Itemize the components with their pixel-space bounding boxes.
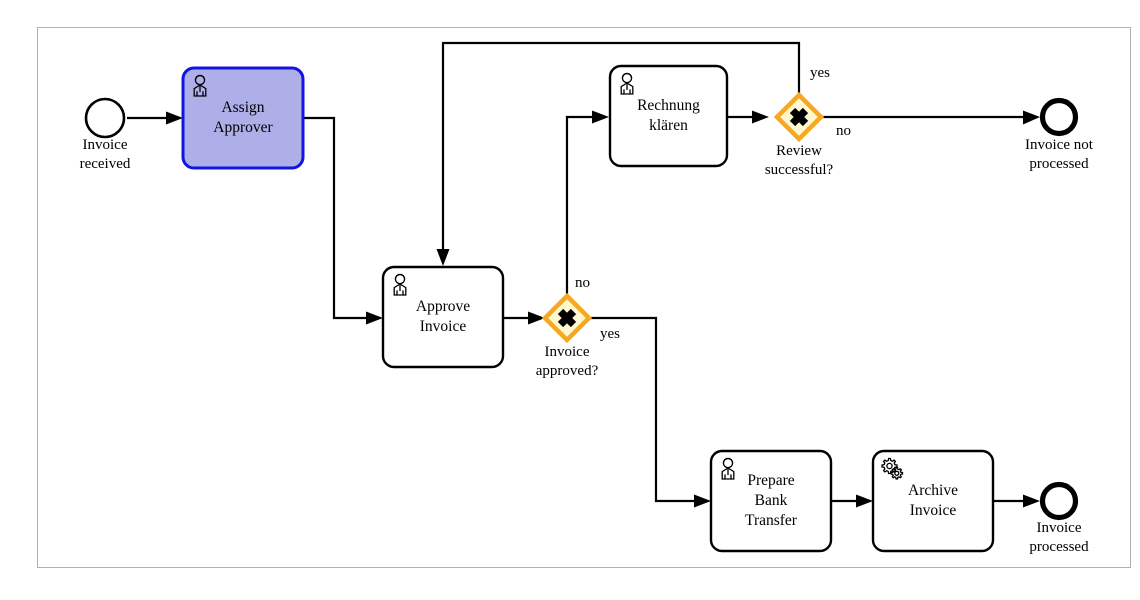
start-event-invoice-received[interactable]: [84, 97, 126, 139]
end-event-invoice-not-processed[interactable]: [1039, 97, 1079, 137]
bpmn-canvas: Invoice received Assign Approver Rechnun…: [0, 0, 1140, 600]
bpmn-node-layer: [84, 64, 1079, 553]
task-prepare-bank-transfer[interactable]: [709, 449, 833, 553]
task-approve-invoice[interactable]: [381, 265, 505, 369]
gateway-review-successful[interactable]: [773, 91, 825, 143]
x-marker-icon: [789, 107, 809, 127]
gateway-invoice-approved[interactable]: [541, 292, 593, 344]
task-rechnung-klaeren[interactable]: [608, 64, 729, 168]
x-marker-icon: [557, 308, 577, 328]
task-assign-approver[interactable]: [181, 66, 305, 170]
task-archive-invoice[interactable]: [871, 449, 995, 553]
end-event-invoice-processed[interactable]: [1039, 481, 1079, 521]
